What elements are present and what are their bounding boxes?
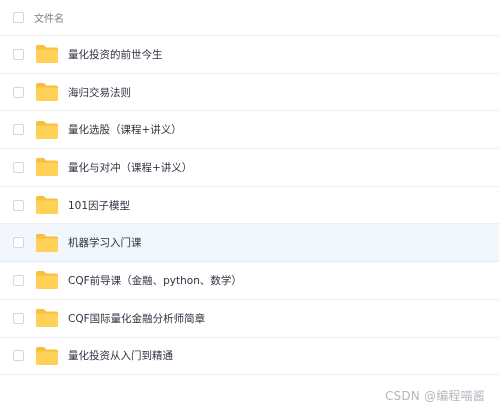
row-checkbox[interactable]: [13, 161, 24, 173]
folder-icon: [36, 271, 58, 290]
file-list-header: 文件名: [0, 0, 499, 36]
file-row[interactable]: 海归交易法则: [0, 74, 499, 112]
row-checkbox[interactable]: [13, 199, 24, 211]
folder-icon: [36, 346, 58, 365]
folder-icon: [36, 120, 58, 139]
file-row[interactable]: 101因子模型: [0, 187, 499, 225]
file-name[interactable]: 量化投资的前世今生: [68, 47, 163, 62]
column-header-filename[interactable]: 文件名: [34, 10, 64, 25]
file-row[interactable]: CQF前导课（金融、python、数学）: [0, 262, 499, 300]
watermark: CSDN @编程喵酱: [384, 389, 485, 403]
file-row[interactable]: 量化投资从入门到精通: [0, 338, 499, 376]
row-checkbox[interactable]: [13, 312, 24, 324]
folder-icon: [36, 196, 58, 215]
file-row[interactable]: CQF国际量化金融分析师简章: [0, 300, 499, 338]
row-checkbox[interactable]: [13, 124, 24, 136]
file-name[interactable]: 海归交易法则: [68, 85, 131, 100]
file-name[interactable]: 量化投资从入门到精通: [68, 348, 173, 363]
folder-icon: [36, 233, 58, 252]
row-checkbox[interactable]: [13, 237, 24, 249]
folder-icon: [36, 309, 58, 328]
row-checkbox[interactable]: [13, 274, 24, 286]
file-row[interactable]: 量化选股（课程+讲义）: [0, 111, 499, 150]
select-all-checkbox[interactable]: [13, 12, 24, 23]
file-row[interactable]: 量化与对冲（课程+讲义）: [0, 149, 499, 187]
row-checkbox[interactable]: [13, 86, 24, 98]
file-list: 文件名 量化投资的前世今生 海归交易法则 量化选股（课程+讲义） 量化与对冲（课: [0, 0, 499, 376]
row-checkbox[interactable]: [13, 350, 24, 362]
file-name[interactable]: 101因子模型: [68, 198, 130, 213]
file-name[interactable]: 量化与对冲（课程+讲义）: [68, 160, 192, 175]
file-row[interactable]: 量化投资的前世今生: [0, 36, 499, 74]
row-checkbox[interactable]: [13, 48, 24, 60]
file-name[interactable]: CQF前导课（金融、python、数学）: [68, 273, 242, 288]
folder-icon: [36, 45, 58, 64]
file-name[interactable]: CQF国际量化金融分析师简章: [68, 311, 205, 326]
folder-icon: [36, 158, 58, 177]
file-name[interactable]: 量化选股（课程+讲义）: [68, 122, 182, 137]
file-row-hovered[interactable]: 机器学习入门课: [0, 224, 499, 263]
file-name[interactable]: 机器学习入门课: [68, 235, 142, 250]
folder-icon: [36, 83, 58, 102]
